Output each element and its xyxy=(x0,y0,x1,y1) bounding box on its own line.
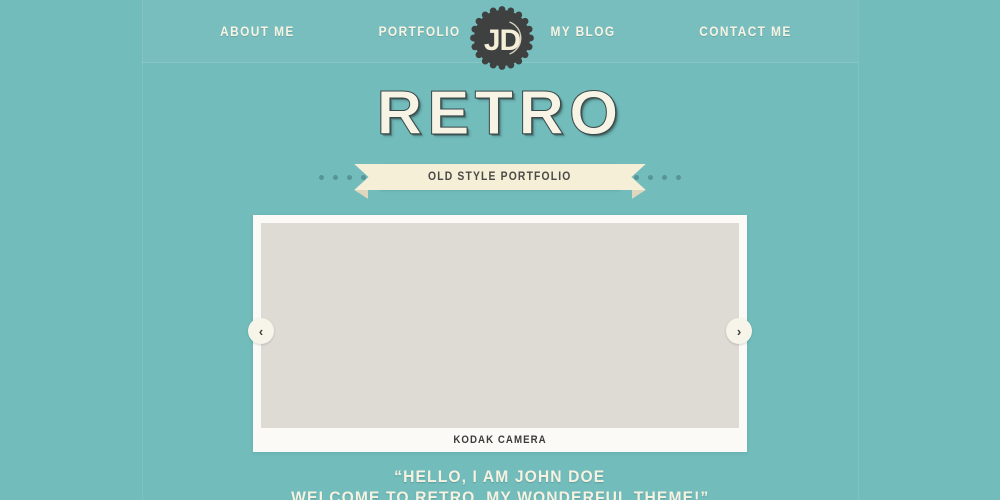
chevron-right-icon: › xyxy=(736,323,742,339)
image-carousel: KODAK CAMERA xyxy=(253,215,747,452)
container-edge-right xyxy=(858,0,859,500)
dot xyxy=(319,174,325,180)
site-logo[interactable]: JD xyxy=(468,4,536,72)
chevron-left-icon: ‹ xyxy=(258,323,264,339)
welcome-line-2: WELCOME TO RETRO, MY WONDERFUL THEME!” xyxy=(0,487,1000,500)
carousel-slide-image xyxy=(261,223,739,428)
carousel-next-button[interactable]: › xyxy=(726,318,752,344)
badge-gear-icon: JD xyxy=(470,6,534,70)
welcome-line-1: “HELLO, I AM JOHN DOE xyxy=(0,466,1000,487)
nav-item-about-me[interactable]: ABOUT ME xyxy=(220,24,295,39)
dot xyxy=(661,174,667,180)
ribbon-tail-right xyxy=(631,190,646,199)
welcome-message: “HELLO, I AM JOHN DOE WELCOME TO RETRO, … xyxy=(0,466,1000,500)
dot xyxy=(647,174,653,180)
nav-item-portfolio[interactable]: PORTFOLIO xyxy=(379,24,461,39)
ribbon-dots-right xyxy=(633,174,681,180)
welcome-line-1-text: “HELLO, I AM JOHN DOE xyxy=(394,467,606,486)
page-root: ABOUT ME PORTFOLIO MY BLOG CONTACT ME JD… xyxy=(0,0,1000,500)
ribbon-label: OLD STYLE PORTFOLIO xyxy=(428,171,572,183)
nav-item-contact-me[interactable]: CONTACT ME xyxy=(700,24,792,39)
dot xyxy=(633,174,639,180)
logo-monogram: JD xyxy=(484,24,521,57)
page-title: RETRO xyxy=(376,79,624,149)
dot xyxy=(347,174,353,180)
carousel-caption: KODAK CAMERA xyxy=(261,428,739,452)
ribbon-tail-left xyxy=(354,190,369,199)
hero-subtitle-row: OLD STYLE PORTFOLIO xyxy=(0,160,1000,199)
dot xyxy=(675,174,681,180)
ribbon-dots-left xyxy=(319,174,367,180)
carousel-caption-text: KODAK CAMERA xyxy=(453,434,547,446)
dot xyxy=(361,174,367,180)
carousel-prev-button[interactable]: ‹ xyxy=(248,318,274,344)
dot xyxy=(333,174,339,180)
subtitle-ribbon: OLD STYLE PORTFOLIO xyxy=(354,164,646,199)
welcome-line-2-text: WELCOME TO RETRO, MY WONDERFUL THEME!” xyxy=(290,488,710,500)
hero-title-wrapper: RETRO xyxy=(0,78,1000,149)
nav-item-my-blog[interactable]: MY BLOG xyxy=(551,24,616,39)
container-edge-left xyxy=(142,0,143,500)
